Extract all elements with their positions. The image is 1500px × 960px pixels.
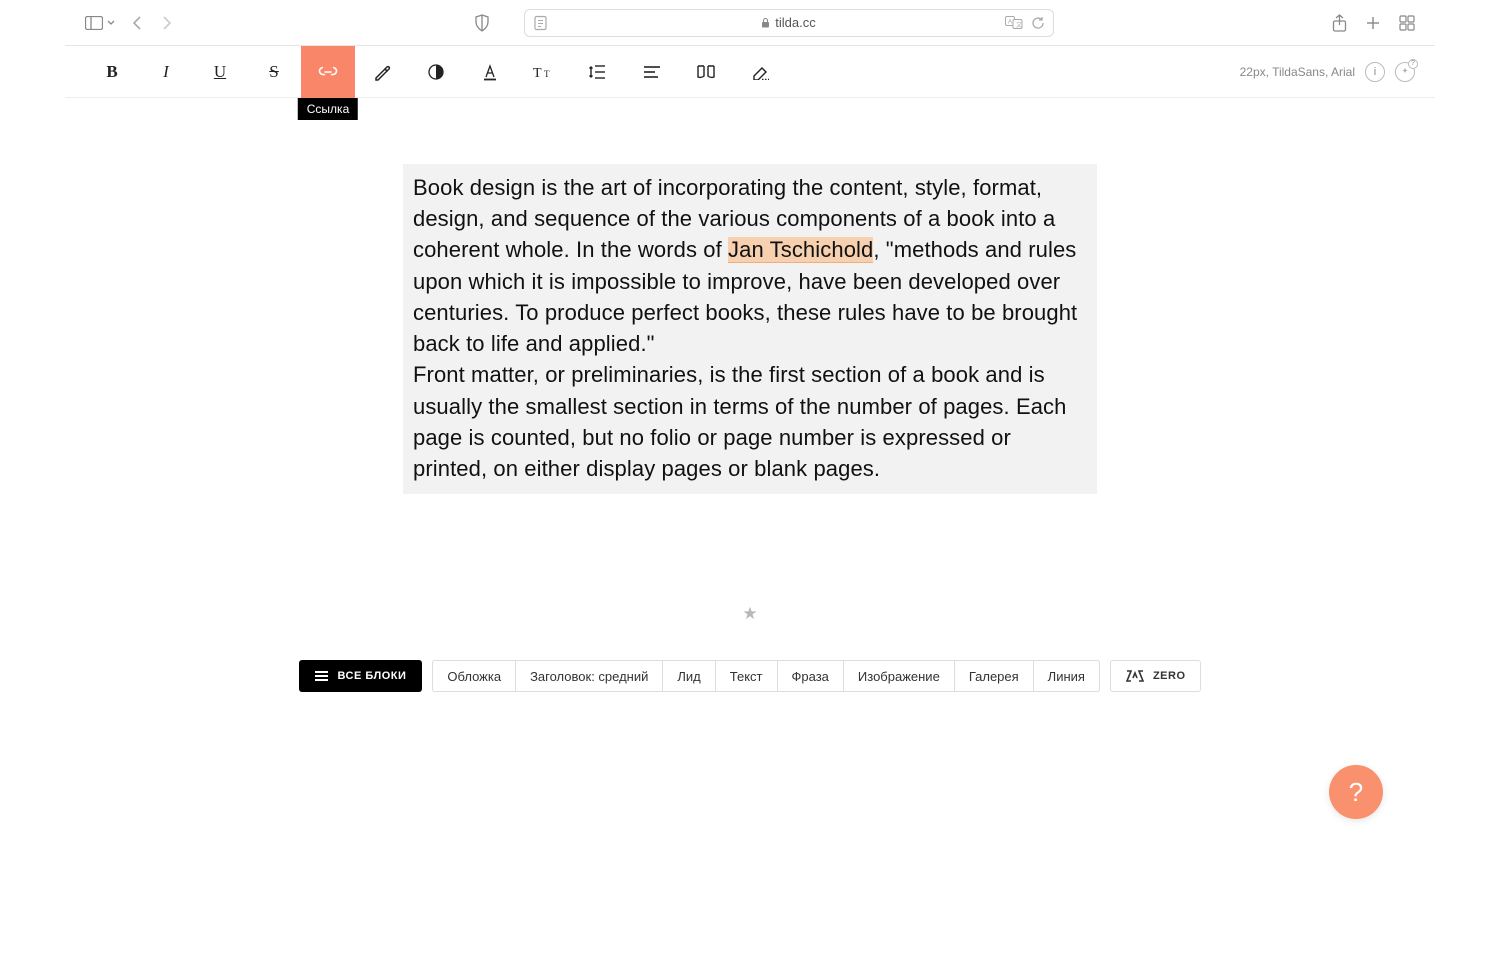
columns-button[interactable] (679, 46, 733, 98)
weight-button[interactable] (409, 46, 463, 98)
italic-button[interactable]: I (139, 46, 193, 98)
text-block[interactable]: Book design is the art of incorporating … (403, 164, 1097, 494)
share-icon[interactable] (1332, 14, 1347, 32)
url-host: tilda.cc (775, 15, 815, 30)
svg-text:文: 文 (1016, 21, 1022, 29)
strikethrough-button[interactable]: S (247, 46, 301, 98)
svg-text:T: T (533, 66, 542, 80)
linked-text[interactable]: Jan Tschichold (728, 237, 873, 263)
privacy-shield-icon[interactable] (474, 14, 490, 32)
lock-icon (761, 17, 770, 28)
block-cat-phrase[interactable]: Фраза (778, 661, 844, 691)
svg-text:A: A (1008, 19, 1012, 25)
chevron-down-icon (107, 20, 115, 26)
paragraph-2: Front matter, or preliminaries, is the f… (413, 362, 1066, 481)
forward-button[interactable] (159, 14, 175, 32)
reload-icon[interactable] (1031, 16, 1045, 30)
translate-icon[interactable]: A文 (1005, 16, 1023, 30)
block-cat-image[interactable]: Изображение (844, 661, 955, 691)
svg-text:T: T (544, 69, 550, 79)
link-button[interactable]: Ссылка (301, 46, 355, 98)
font-color-button[interactable] (463, 46, 517, 98)
zero-icon (1125, 669, 1145, 683)
info-icon[interactable]: i (1365, 62, 1385, 82)
clear-format-button[interactable] (733, 46, 787, 98)
url-bar[interactable]: tilda.cc A文 (524, 9, 1054, 37)
tab-overview-icon[interactable] (1399, 15, 1415, 31)
browser-chrome: tilda.cc A文 (65, 0, 1435, 46)
back-button[interactable] (129, 14, 145, 32)
add-block-marker[interactable]: ★ (742, 604, 757, 624)
reader-icon[interactable] (534, 15, 547, 30)
block-library-row: ВСЕ БЛОКИ Обложка Заголовок: средний Лид… (299, 660, 1200, 692)
block-cat-lead[interactable]: Лид (663, 661, 715, 691)
all-blocks-button[interactable]: ВСЕ БЛОКИ (299, 660, 422, 692)
block-cat-gallery[interactable]: Галерея (955, 661, 1034, 691)
color-button[interactable] (355, 46, 409, 98)
zero-block-button[interactable]: ZERO (1110, 660, 1201, 692)
block-cat-cover[interactable]: Обложка (433, 661, 516, 691)
block-cat-text[interactable]: Текст (716, 661, 778, 691)
text-size-button[interactable]: TT (517, 46, 571, 98)
underline-button[interactable]: U (193, 46, 247, 98)
block-categories: Обложка Заголовок: средний Лид Текст Фра… (432, 660, 1100, 692)
sidebar-toggle[interactable] (85, 16, 115, 30)
link-tooltip: Ссылка (298, 98, 358, 120)
help-button[interactable]: ? (1329, 765, 1383, 819)
block-cat-line[interactable]: Линия (1034, 661, 1099, 691)
block-cat-heading-medium[interactable]: Заголовок: средний (516, 661, 663, 691)
bold-button[interactable]: B (85, 46, 139, 98)
content-area: Book design is the art of incorporating … (65, 98, 1435, 692)
editor-toolbar: B I U S Ссылка TT 22px, TildaSans, Arial… (65, 46, 1435, 98)
ai-assist-icon[interactable]: ? (1395, 62, 1415, 82)
line-height-button[interactable] (571, 46, 625, 98)
list-icon (315, 671, 328, 681)
font-info: 22px, TildaSans, Arial (1240, 65, 1355, 79)
align-button[interactable] (625, 46, 679, 98)
new-tab-icon[interactable] (1365, 15, 1381, 31)
